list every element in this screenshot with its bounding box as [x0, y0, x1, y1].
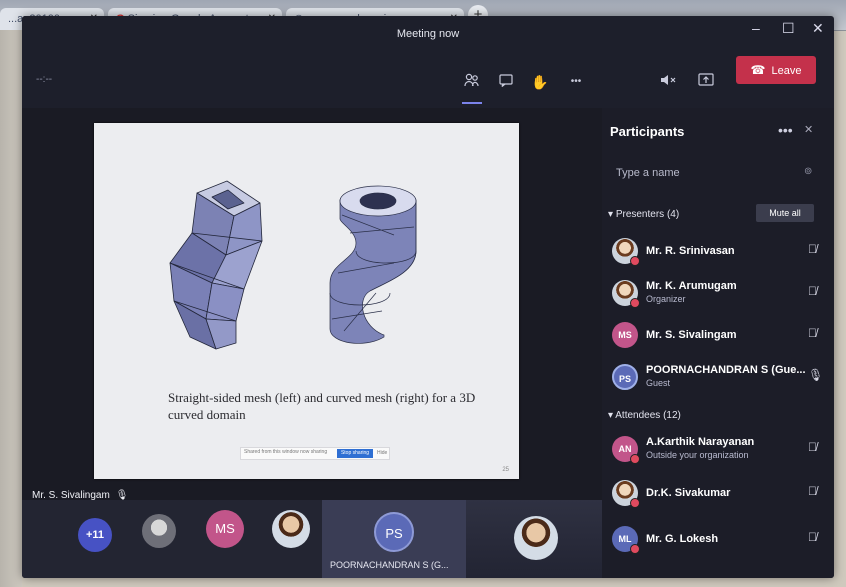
maximize-icon[interactable]: ☐ [782, 20, 795, 37]
browser-background [0, 30, 22, 587]
leave-label: Leave [771, 65, 802, 77]
participants-panel: Participants ••• ✕ ⊚ ▾ Presenters (4) Mu… [602, 108, 834, 578]
minimize-icon[interactable]: – [752, 20, 760, 36]
stop-sharing-button[interactable]: Stop sharing [337, 449, 373, 458]
participant-role: Guest [646, 378, 671, 388]
participant-row[interactable]: ML Mr. G. Lokesh 🎙̸ [602, 520, 834, 560]
raise-hand-icon[interactable]: ✋ [528, 70, 552, 94]
participant-row[interactable]: Mr. R. Srinivasan 🎙̸ [602, 232, 834, 272]
more-participants-badge[interactable]: +11 [78, 518, 112, 552]
participant-name: Mr. R. Srinivasan [646, 245, 735, 257]
mute-all-button[interactable]: Mute all [756, 204, 814, 222]
more-options-icon[interactable]: ••• [564, 70, 588, 94]
speaker-mute-icon[interactable] [656, 70, 680, 94]
shared-slide: Straight-sided mesh (left) and curved me… [94, 123, 519, 479]
teams-meeting-window: Meeting now – ☐ ✕ --:-- ✋ ••• ☎ Leave St… [22, 16, 834, 578]
close-icon[interactable]: ✕ [812, 20, 824, 37]
slide-caption: Straight-sided mesh (left) and curved me… [168, 390, 476, 422]
window-title: Meeting now [396, 28, 460, 40]
curved-mesh-figure [329, 185, 417, 344]
meeting-timer: --:-- [36, 74, 53, 85]
sharing-text: Shared from this window now sharing [244, 449, 328, 455]
mic-off-icon[interactable]: 🎙̸ [808, 284, 817, 298]
sharing-notification-bar: Shared from this window now sharing Stop… [240, 447, 390, 460]
straight-mesh-figure [169, 180, 263, 350]
status-dot [630, 256, 640, 266]
status-dot [630, 298, 640, 308]
group-header-label: Attendees (12) [615, 410, 681, 421]
attendees-group-header[interactable]: ▾ Attendees (12) [608, 410, 681, 421]
mic-off-icon[interactable]: 🎙̸ [808, 530, 817, 544]
chevron-down-icon: ▾ [608, 209, 616, 220]
participants-icon[interactable] [460, 70, 484, 104]
participant-org: Outside your organization [646, 450, 749, 460]
active-speaker-tile[interactable]: PS POORNACHANDRAN S (G... [322, 500, 466, 578]
mic-off-icon[interactable]: 🎙̸ [808, 326, 817, 340]
avatar: ML [612, 526, 640, 554]
avatar: AN [612, 436, 640, 464]
participant-row[interactable]: Mr. K. Arumugam Organizer 🎙̸ [602, 274, 834, 314]
participant-row[interactable]: AN A.Karthik Narayanan Outside your orga… [602, 430, 834, 470]
participant-name: A.Karthik Narayanan [646, 436, 755, 448]
participant-name: Mr. K. Arumugam [646, 280, 737, 292]
mesh-figure [169, 180, 417, 350]
shared-content-stage: Straight-sided mesh (left) and curved me… [22, 108, 602, 501]
avatar: PS [612, 364, 638, 390]
leave-button[interactable]: ☎ Leave [736, 56, 816, 84]
status-dot [630, 544, 640, 554]
participant-thumbnail[interactable]: MS [206, 510, 244, 548]
mic-off-icon[interactable]: 🎙̸ [808, 440, 817, 454]
participant-role: Organizer [646, 294, 686, 304]
close-icon[interactable]: ✕ [804, 123, 813, 136]
participant-name: Mr. S. Sivalingam [646, 329, 737, 341]
slide-page-number: 25 [502, 467, 509, 473]
share-screen-icon[interactable] [694, 70, 718, 94]
avatar-initials: ML [618, 534, 632, 544]
search-input[interactable] [610, 160, 832, 186]
video-tile[interactable] [466, 500, 602, 578]
participant-thumbnail[interactable] [272, 510, 310, 548]
avatar [612, 280, 640, 308]
avatar [612, 238, 640, 266]
participant-row[interactable]: Dr.K. Sivakumar 🎙̸ [602, 474, 834, 514]
mic-off-icon[interactable]: 🎙̸ [808, 242, 817, 256]
title-bar: Meeting now – ☐ ✕ [22, 16, 834, 56]
participant-row[interactable]: MS Mr. S. Sivalingam 🎙̸ [602, 316, 834, 356]
avatar [612, 480, 640, 508]
invite-icon[interactable]: ⊚ [804, 166, 812, 177]
avatar: PS [374, 512, 414, 552]
avatar-initials: AN [618, 444, 632, 454]
presenters-group-header[interactable]: ▾ Presenters (4) [608, 209, 679, 220]
participant-name: Mr. G. Lokesh [646, 533, 719, 545]
participant-name: POORNACHANDRAN S (Gue... [646, 364, 806, 376]
avatar: MS [612, 322, 638, 348]
chat-icon[interactable] [494, 70, 518, 94]
panel-title: Participants [610, 124, 685, 139]
status-dot [630, 454, 640, 464]
participant-row[interactable]: PS POORNACHANDRAN S (Gue... Guest 🎙 [602, 358, 834, 398]
phone-hangup-icon: ☎ [750, 63, 766, 77]
group-header-label: Presenters (4) [615, 209, 680, 220]
video-gallery-strip: +11 MS PS POORNACHANDRAN S (G... [22, 500, 602, 578]
participant-name: Dr.K. Sivakumar [646, 487, 731, 499]
mic-on-icon[interactable]: 🎙 [808, 368, 823, 382]
participant-thumbnail[interactable] [142, 514, 176, 548]
mic-off-icon[interactable]: 🎙̸ [808, 484, 817, 498]
meeting-toolbar: --:-- ✋ ••• [22, 56, 834, 108]
tile-name: POORNACHANDRAN S (G... [330, 560, 449, 570]
more-options-icon[interactable]: ••• [778, 122, 793, 138]
status-dot [630, 498, 640, 508]
participant-thumbnail [514, 516, 558, 560]
hide-button[interactable]: Hide [377, 450, 387, 456]
